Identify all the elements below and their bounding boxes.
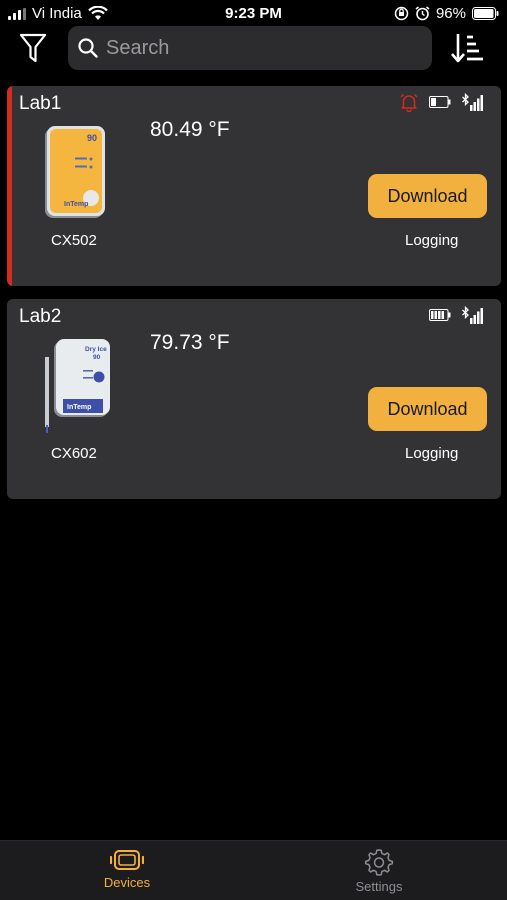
battery-low-icon <box>429 96 451 108</box>
device-card[interactable]: Lab2 Dry Ice 90 InTemp 79.73 °F Download… <box>7 299 501 499</box>
alarm-bell-icon <box>400 93 418 112</box>
device-label-90: 90 <box>87 133 97 143</box>
toolbar <box>0 24 507 74</box>
tab-settings[interactable]: Settings <box>319 847 439 894</box>
search-icon <box>78 38 98 58</box>
device-label-90: 90 <box>93 354 101 361</box>
temperature-reading: 80.49 °F <box>150 118 230 141</box>
alarm-indicator-stripe <box>7 86 12 286</box>
devices-icon <box>110 850 144 870</box>
tab-bar: Devices Settings <box>0 840 507 900</box>
device-status-icons <box>399 92 483 112</box>
battery-icon <box>472 7 499 20</box>
battery-full-icon <box>429 309 451 321</box>
search-bar[interactable] <box>68 26 432 70</box>
device-status-icons <box>429 305 483 325</box>
tab-devices-label: Devices <box>103 875 151 890</box>
filter-button[interactable] <box>18 30 52 68</box>
tab-settings-label: Settings <box>355 879 403 894</box>
device-model: CX502 <box>51 232 97 249</box>
tab-devices[interactable]: Devices <box>67 847 187 890</box>
device-model: CX602 <box>51 445 97 462</box>
device-label-dry-ice: Dry Ice <box>85 346 107 353</box>
gear-icon <box>364 849 394 876</box>
cx602-logger-image: Dry Ice 90 InTemp <box>41 337 111 433</box>
download-button[interactable]: Download <box>368 174 487 218</box>
device-name: Lab2 <box>19 306 62 327</box>
sort-icon <box>451 34 483 63</box>
device-card[interactable]: Lab1 90 InTemp 80.49 °F Download CX502 L… <box>7 86 501 286</box>
bluetooth-signal-icon <box>462 305 483 324</box>
cx502-logger-image: 90 InTemp <box>41 124 111 220</box>
device-brand: InTemp <box>64 201 88 208</box>
search-input[interactable] <box>106 36 406 60</box>
battery-percent: 96% <box>435 5 466 22</box>
logging-status: Logging <box>405 445 459 462</box>
logging-status: Logging <box>405 232 459 249</box>
sort-button[interactable] <box>450 28 486 68</box>
device-brand: InTemp <box>67 404 91 411</box>
device-name: Lab1 <box>19 93 62 114</box>
temperature-reading: 79.73 °F <box>150 331 230 354</box>
alarm-clock-icon <box>415 6 430 21</box>
download-button[interactable]: Download <box>368 387 487 431</box>
filter-icon <box>19 33 47 63</box>
status-right: 96% <box>394 5 499 22</box>
bluetooth-signal-icon <box>462 92 483 111</box>
orientation-lock-icon <box>394 6 409 21</box>
